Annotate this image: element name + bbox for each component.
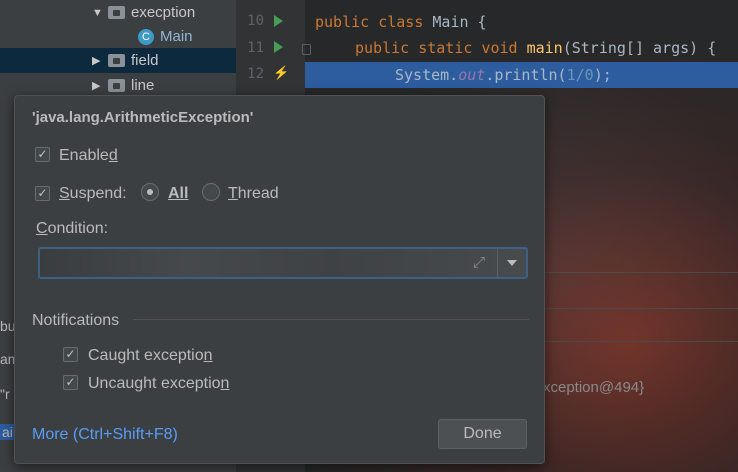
code-line-highlighted[interactable]: System.out.println(1/0); [305,62,738,88]
notifications-heading: Notifications [32,312,120,329]
left-strip-text: "r [0,386,10,402]
keyword: public class [315,13,424,31]
label-text: hread [237,185,279,202]
line-number: 11 [247,40,264,56]
collapsed-arrow-icon[interactable]: ▶ [92,54,102,67]
enabled-checkbox[interactable]: ✓ [35,147,50,162]
condition-label: Condition: [36,220,108,238]
method-name: main [526,39,563,57]
folder-icon [108,6,125,19]
popup-title: 'java.lang.ArithmeticException' [32,109,254,126]
uncaught-exception-label[interactable]: Uncaught exception [88,375,229,393]
collapsed-arrow-icon[interactable]: ▶ [92,79,102,92]
suspend-thread-label[interactable]: Thread [228,185,279,203]
field-name: out [458,66,486,84]
label-text: Uncaught exceptio [88,375,221,392]
tree-item-label: execption [131,4,196,21]
label-text: Enable [59,147,109,164]
code-text: ); [593,66,612,84]
keyword: public static void [355,39,518,57]
code-text: System. [395,66,459,84]
label-text: uspend: [69,185,127,202]
tree-item-label: line [131,77,155,94]
left-strip-text: ai [0,424,15,440]
mnemonic: S [59,185,70,202]
identifier: Main [432,13,469,31]
caught-exception-label[interactable]: Caught exception [88,347,213,365]
suspend-label[interactable]: Suspend: [59,185,127,203]
line-number: 10 [247,13,264,29]
suspend-all-radio[interactable] [141,183,159,201]
code-text: (String[] args) { [562,39,717,57]
folder-icon [108,54,125,67]
label-text: ondition: [47,220,109,237]
label-text: Caught exceptio [88,347,204,364]
mnemonic: n [203,347,213,364]
code-text: { [468,13,487,31]
code-line[interactable]: public static void main(String[] args) { [355,35,716,61]
enabled-label[interactable]: Enabled [59,147,118,165]
suspend-all-label[interactable]: All [168,185,188,203]
separator [133,319,529,320]
mnemonic: T [228,185,238,202]
mnemonic: C [36,220,48,237]
done-button[interactable]: Done [438,419,527,449]
fold-icon[interactable] [302,44,311,55]
mnemonic: d [108,147,118,164]
debug-variable-text: xception@494} [543,379,645,396]
condition-history-dropdown[interactable] [497,249,526,277]
run-icon[interactable] [274,15,283,27]
mnemonic: n [220,375,230,392]
code-line[interactable]: public class Main { [315,9,487,35]
caught-exception-checkbox[interactable]: ✓ [63,347,78,362]
run-icon[interactable] [274,41,283,53]
tree-item-execption[interactable]: ▼ execption [0,0,236,25]
more-settings-link[interactable]: More (Ctrl+Shift+F8) [32,426,178,444]
expanded-arrow-icon[interactable]: ▼ [92,7,103,19]
breakpoint-properties-popup: 'java.lang.ArithmeticException' ✓ Enable… [14,95,545,464]
expand-editor-icon[interactable]: ⤢ [470,254,488,272]
tree-item-label: field [131,52,159,69]
tree-item-label: Main [160,28,193,45]
suspend-checkbox[interactable]: ✓ [35,186,50,201]
chevron-down-icon [507,260,517,266]
code-text: .println( [485,66,567,84]
number-literal: 1/0 [566,66,594,84]
line-number: 12 [247,66,264,82]
folder-icon [108,79,125,92]
exception-breakpoint-icon[interactable]: ⚡ [273,66,289,79]
tree-item-field[interactable]: ▶ field [0,48,236,73]
condition-input-box[interactable]: ⤢ [38,247,528,279]
condition-field[interactable] [42,251,478,275]
tree-item-main[interactable]: C Main [0,24,236,49]
uncaught-exception-checkbox[interactable]: ✓ [63,375,78,390]
class-icon: C [138,28,154,45]
suspend-thread-radio[interactable] [202,183,220,201]
